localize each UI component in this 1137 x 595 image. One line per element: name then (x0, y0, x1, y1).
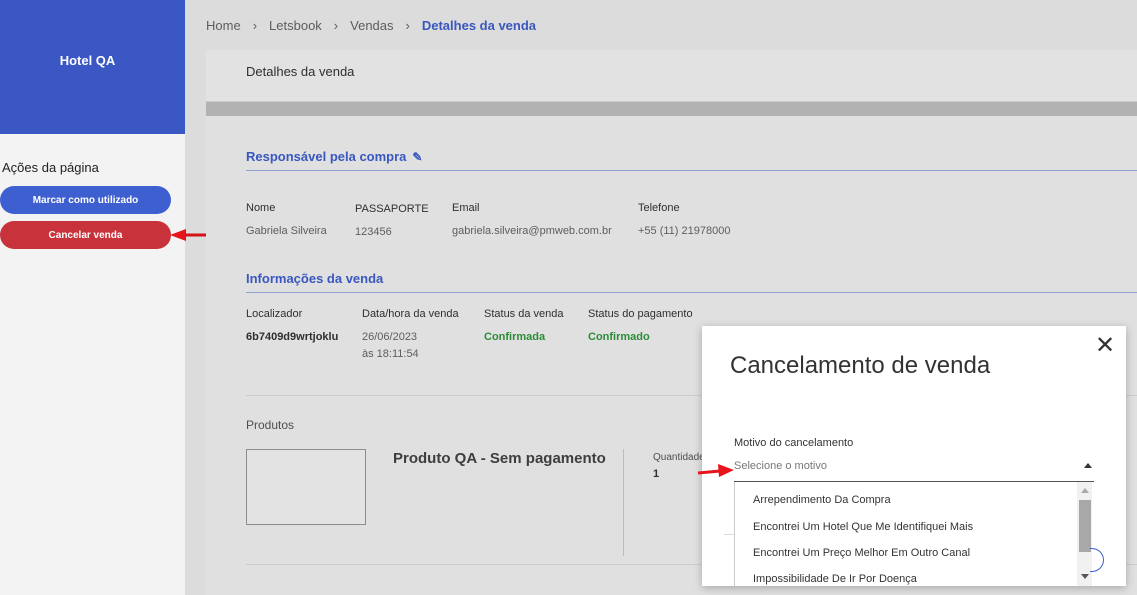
mark-as-used-button[interactable]: Marcar como utilizado (0, 186, 171, 214)
sidebar: Hotel QA Ações da página Marcar como uti… (0, 0, 185, 595)
annotation-arrow-icon (698, 464, 734, 477)
close-icon[interactable]: ✕ (1094, 334, 1116, 358)
scroll-down-icon[interactable] (1081, 574, 1089, 579)
cancel-sale-button[interactable]: Cancelar venda (0, 221, 171, 249)
footer-divider (724, 534, 734, 535)
cancel-reason-select[interactable]: Selecione o motivo (734, 456, 1094, 482)
scroll-up-icon[interactable] (1081, 488, 1089, 493)
page-actions-title: Ações da página (2, 160, 99, 175)
caret-up-icon (1084, 463, 1092, 468)
cancel-reason-label: Motivo do cancelamento (734, 437, 854, 449)
dropdown-option[interactable]: Arrependimento Da Compra (753, 494, 891, 506)
cancel-sale-modal: Cancelamento de venda ✕ Motivo do cancel… (702, 326, 1126, 586)
partially-hidden-button[interactable] (1090, 548, 1104, 572)
dropdown-option[interactable]: Encontrei Um Hotel Que Me Identifiquei M… (753, 521, 973, 533)
modal-title: Cancelamento de venda (730, 352, 991, 379)
sidebar-header: Hotel QA (0, 0, 185, 134)
select-placeholder: Selecione o motivo (734, 460, 827, 472)
hotel-name: Hotel QA (59, 53, 116, 68)
scrollbar-thumb[interactable] (1079, 500, 1091, 552)
dropdown-option[interactable]: Impossibilidade De Ir Por Doença (753, 573, 917, 585)
cancel-reason-dropdown: Arrependimento Da Compra Encontrei Um Ho… (734, 482, 1092, 586)
dropdown-option[interactable]: Encontrei Um Preço Melhor Em Outro Canal (753, 547, 970, 559)
